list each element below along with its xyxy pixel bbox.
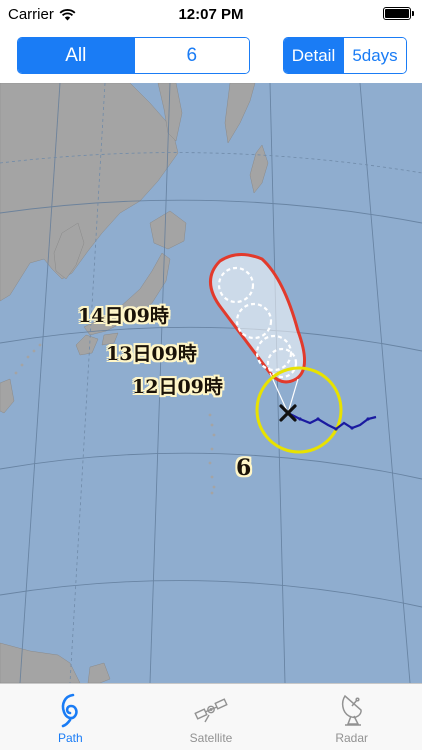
tab-radar[interactable]: Radar bbox=[281, 684, 422, 750]
status-time: 12:07 PM bbox=[178, 6, 244, 23]
view-mode-segmented-control: Detail 5days bbox=[283, 37, 407, 74]
battery-icon bbox=[383, 7, 411, 20]
filter-storm-6-segment[interactable]: 6 bbox=[133, 38, 249, 73]
battery-tip bbox=[412, 11, 414, 16]
storm-filter-segmented-control: All 6 bbox=[17, 37, 250, 74]
satellite-icon bbox=[193, 691, 229, 729]
tab-radar-label: Radar bbox=[335, 731, 369, 745]
five-days-segment[interactable]: 5days bbox=[343, 38, 406, 73]
past-track-line bbox=[287, 412, 377, 431]
typhoon-path-map[interactable]: 14日09時 13日09時 12日09時 6 bbox=[0, 83, 422, 683]
status-right bbox=[383, 7, 414, 20]
filter-all-segment[interactable]: All bbox=[18, 38, 134, 73]
tab-bar: Path Satellite Radar bbox=[0, 683, 422, 750]
forecast-label-14th: 14日09時 bbox=[78, 305, 169, 327]
tab-satellite-label: Satellite bbox=[189, 731, 233, 745]
tab-path-label: Path bbox=[57, 731, 83, 745]
forecast-cone bbox=[209, 253, 306, 384]
typhoon-number-label: 6 bbox=[236, 455, 252, 481]
island-chain bbox=[14, 343, 216, 495]
radar-dish-icon bbox=[339, 691, 365, 729]
status-bar: Carrier 12:07 PM bbox=[0, 0, 422, 30]
storm-center-marker bbox=[279, 404, 297, 422]
detail-segment[interactable]: Detail bbox=[284, 38, 343, 73]
tab-satellite[interactable]: Satellite bbox=[141, 684, 282, 750]
typhoon-icon bbox=[57, 691, 83, 729]
storm-wind-circle bbox=[255, 366, 343, 454]
forecast-label-13th: 13日09時 bbox=[106, 343, 197, 365]
forecast-label-12th: 12日09時 bbox=[132, 376, 223, 398]
tab-path[interactable]: Path bbox=[0, 684, 141, 750]
